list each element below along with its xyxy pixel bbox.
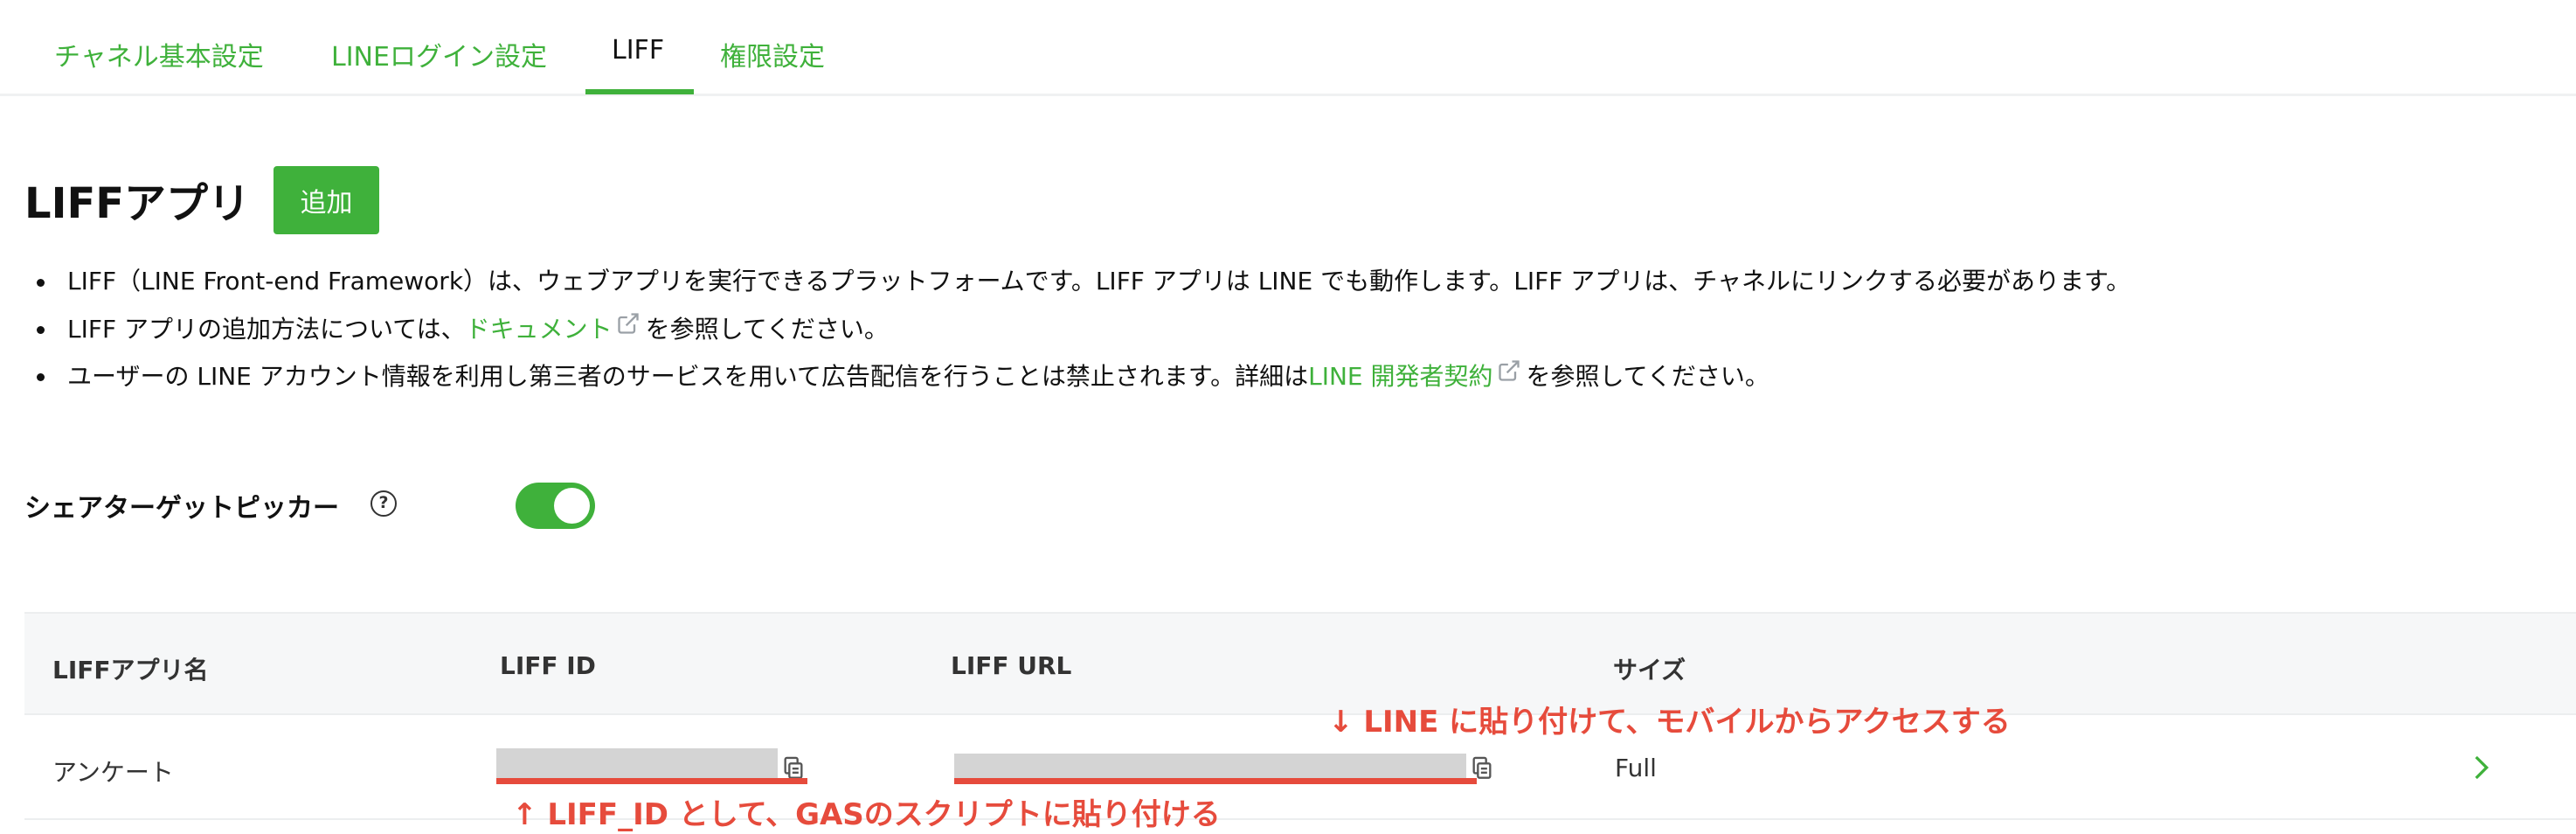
info-text-prefix: LIFF アプリの追加方法については、 (67, 315, 466, 344)
help-icon[interactable]: ? (370, 490, 397, 517)
column-header-liff-id: LIFF ID (500, 651, 596, 680)
external-link-icon (617, 313, 639, 334)
column-header-size: サイズ (1613, 656, 1686, 685)
documentation-link[interactable]: ドキュメント (466, 315, 613, 344)
annotation-id-note: ↑ LIFF_ID として、GASのスクリプトに貼り付ける (512, 797, 1221, 832)
info-item-ad-prohibition: ユーザーの LINE アカウント情報を利用し第三者のサービスを用いて広告配信を行… (24, 358, 2524, 406)
toggle-knob (554, 488, 590, 524)
share-target-picker-label: シェアターゲットピッカー (24, 493, 339, 524)
table-header: LIFFアプリ名 LIFF ID LIFF URL サイズ (24, 612, 2576, 715)
liff-app-name: アンケート (52, 758, 174, 787)
liff-size: Full (1615, 754, 1657, 782)
info-item-add-method: LIFF アプリの追加方法については、ドキュメント を参照してください。 (24, 311, 2524, 358)
tab-bar: チャネル基本設定 LINEログイン設定 LIFF 権限設定 (0, 0, 2576, 96)
bullet (37, 373, 45, 381)
copy-liff-url-icon[interactable] (1470, 755, 1494, 780)
developer-agreement-link[interactable]: LINE 開発者契約 (1308, 362, 1492, 391)
info-text-suffix: を参照してください。 (1526, 362, 1769, 391)
info-item-about-liff: LIFF（LINE Front-end Framework）は、ウェブアプリを実… (24, 264, 2524, 311)
tab-liff[interactable]: LIFF (612, 35, 664, 66)
tab-channel-basic-settings[interactable]: チャネル基本設定 (54, 35, 264, 73)
tab-permission-settings[interactable]: 権限設定 (720, 35, 825, 73)
bullet (37, 326, 45, 334)
column-header-liff-url: LIFF URL (951, 651, 1072, 680)
tab-line-login-settings[interactable]: LINEログイン設定 (331, 35, 547, 73)
share-target-picker-toggle[interactable] (516, 483, 595, 529)
page-title: LIFFアプリ (24, 179, 251, 228)
annotation-underline-liff-id (496, 778, 807, 784)
external-link-icon (1498, 360, 1520, 381)
annotation-underline-liff-url (954, 778, 1477, 784)
chevron-right-icon[interactable] (2468, 750, 2494, 785)
info-list: LIFF（LINE Front-end Framework）は、ウェブアプリを実… (24, 264, 2524, 406)
add-liff-app-button[interactable]: 追加 (274, 166, 379, 234)
column-header-app-name: LIFFアプリ名 (52, 656, 209, 685)
active-tab-indicator (585, 89, 694, 94)
annotation-url-note: ↓ LINE に貼り付けて、モバイルからアクセスする (1328, 705, 2011, 740)
info-text-suffix: を参照してください。 (645, 315, 889, 344)
table-row[interactable]: アンケート Full (24, 715, 2576, 820)
copy-liff-id-icon[interactable] (781, 755, 806, 780)
info-text: LIFF（LINE Front-end Framework）は、ウェブアプリを実… (67, 267, 2131, 295)
bullet (37, 279, 45, 287)
info-text-prefix: ユーザーの LINE アカウント情報を利用し第三者のサービスを用いて広告配信を行… (67, 362, 1309, 391)
